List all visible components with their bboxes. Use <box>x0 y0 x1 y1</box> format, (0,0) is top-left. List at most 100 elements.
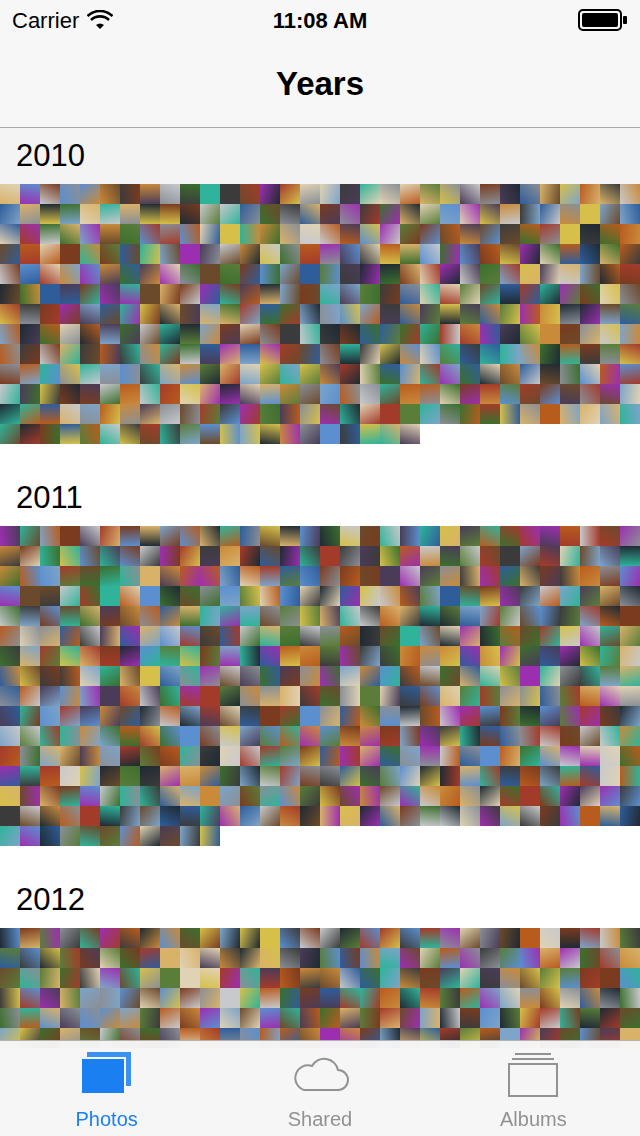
photo-thumbnail[interactable] <box>100 626 120 646</box>
photo-thumbnail[interactable] <box>140 586 160 606</box>
photo-thumbnail[interactable] <box>580 766 600 786</box>
photo-thumbnail[interactable] <box>140 526 160 546</box>
photo-thumbnail[interactable] <box>60 666 80 686</box>
photo-thumbnail[interactable] <box>40 244 60 264</box>
photo-thumbnail[interactable] <box>620 968 640 988</box>
photo-thumbnail[interactable] <box>120 344 140 364</box>
photo-thumbnail[interactable] <box>460 384 480 404</box>
photo-thumbnail[interactable] <box>160 184 180 204</box>
photo-thumbnail[interactable] <box>400 606 420 626</box>
photo-thumbnail[interactable] <box>480 184 500 204</box>
photo-thumbnail[interactable] <box>440 766 460 786</box>
photo-thumbnail[interactable] <box>260 586 280 606</box>
photo-thumbnail[interactable] <box>300 204 320 224</box>
photo-thumbnail[interactable] <box>400 626 420 646</box>
photo-thumbnail[interactable] <box>100 948 120 968</box>
photo-thumbnail[interactable] <box>500 526 520 546</box>
photo-thumbnail[interactable] <box>620 586 640 606</box>
photo-thumbnail[interactable] <box>0 344 20 364</box>
photo-thumbnail[interactable] <box>500 646 520 666</box>
photo-thumbnail[interactable] <box>100 586 120 606</box>
photo-thumbnail[interactable] <box>280 384 300 404</box>
photo-thumbnail[interactable] <box>60 184 80 204</box>
photo-thumbnail[interactable] <box>360 706 380 726</box>
photo-thumbnail[interactable] <box>560 204 580 224</box>
photo-thumbnail[interactable] <box>80 344 100 364</box>
photo-thumbnail[interactable] <box>160 948 180 968</box>
photo-thumbnail[interactable] <box>180 344 200 364</box>
photo-thumbnail[interactable] <box>220 988 240 1008</box>
photo-thumbnail[interactable] <box>480 746 500 766</box>
photo-thumbnail[interactable] <box>600 786 620 806</box>
photo-thumbnail[interactable] <box>20 184 40 204</box>
photo-thumbnail[interactable] <box>280 1008 300 1028</box>
photo-thumbnail[interactable] <box>200 766 220 786</box>
photo-thumbnail[interactable] <box>360 666 380 686</box>
photo-thumbnail[interactable] <box>200 404 220 424</box>
photo-thumbnail[interactable] <box>320 666 340 686</box>
photo-thumbnail[interactable] <box>100 264 120 284</box>
photo-thumbnail[interactable] <box>480 224 500 244</box>
photo-thumbnail[interactable] <box>120 968 140 988</box>
photo-thumbnail[interactable] <box>140 686 160 706</box>
photo-thumbnail[interactable] <box>260 686 280 706</box>
photo-thumbnail[interactable] <box>620 244 640 264</box>
photo-thumbnail[interactable] <box>580 546 600 566</box>
photo-thumbnail[interactable] <box>180 766 200 786</box>
photo-thumbnail[interactable] <box>160 244 180 264</box>
photo-thumbnail[interactable] <box>580 928 600 948</box>
photo-thumbnail[interactable] <box>280 586 300 606</box>
photo-thumbnail[interactable] <box>60 586 80 606</box>
photo-thumbnail[interactable] <box>160 324 180 344</box>
photo-thumbnail[interactable] <box>380 546 400 566</box>
photo-thumbnail[interactable] <box>620 384 640 404</box>
photo-thumbnail[interactable] <box>200 928 220 948</box>
photo-thumbnail[interactable] <box>560 184 580 204</box>
photo-thumbnail[interactable] <box>300 324 320 344</box>
photo-thumbnail[interactable] <box>360 364 380 384</box>
photo-thumbnail[interactable] <box>100 546 120 566</box>
photo-thumbnail[interactable] <box>40 806 60 826</box>
photo-thumbnail[interactable] <box>440 646 460 666</box>
photo-thumbnail[interactable] <box>620 706 640 726</box>
photo-thumbnail[interactable] <box>440 566 460 586</box>
photo-thumbnail[interactable] <box>120 224 140 244</box>
photo-thumbnail[interactable] <box>220 244 240 264</box>
photo-thumbnail[interactable] <box>260 344 280 364</box>
photo-thumbnail[interactable] <box>480 706 500 726</box>
photo-thumbnail[interactable] <box>580 324 600 344</box>
photo-thumbnail[interactable] <box>340 746 360 766</box>
photo-thumbnail[interactable] <box>60 224 80 244</box>
photo-thumbnail[interactable] <box>220 606 240 626</box>
photo-thumbnail[interactable] <box>20 284 40 304</box>
photo-thumbnail[interactable] <box>240 806 260 826</box>
photo-thumbnail[interactable] <box>160 826 180 846</box>
photo-thumbnail[interactable] <box>600 566 620 586</box>
photo-thumbnail[interactable] <box>500 968 520 988</box>
photo-thumbnail[interactable] <box>260 224 280 244</box>
photo-thumbnail[interactable] <box>400 304 420 324</box>
photo-thumbnail[interactable] <box>480 646 500 666</box>
photo-thumbnail[interactable] <box>300 766 320 786</box>
photo-thumbnail[interactable] <box>240 988 260 1008</box>
photo-thumbnail[interactable] <box>160 786 180 806</box>
photo-thumbnail[interactable] <box>540 284 560 304</box>
photo-thumbnail[interactable] <box>380 526 400 546</box>
photo-thumbnail[interactable] <box>80 928 100 948</box>
photo-thumbnail[interactable] <box>60 264 80 284</box>
photo-thumbnail[interactable] <box>360 304 380 324</box>
photo-thumbnail[interactable] <box>540 526 560 546</box>
photo-thumbnail[interactable] <box>420 284 440 304</box>
photo-thumbnail[interactable] <box>60 304 80 324</box>
photo-thumbnail[interactable] <box>20 948 40 968</box>
photo-thumbnail[interactable] <box>260 988 280 1008</box>
photo-thumbnail[interactable] <box>560 988 580 1008</box>
photo-thumbnail[interactable] <box>500 948 520 968</box>
photo-thumbnail[interactable] <box>240 566 260 586</box>
photo-thumbnail[interactable] <box>480 928 500 948</box>
photo-thumbnail[interactable] <box>200 224 220 244</box>
photo-thumbnail[interactable] <box>60 626 80 646</box>
photo-thumbnail[interactable] <box>60 706 80 726</box>
photo-thumbnail[interactable] <box>460 304 480 324</box>
photo-thumbnail[interactable] <box>340 626 360 646</box>
